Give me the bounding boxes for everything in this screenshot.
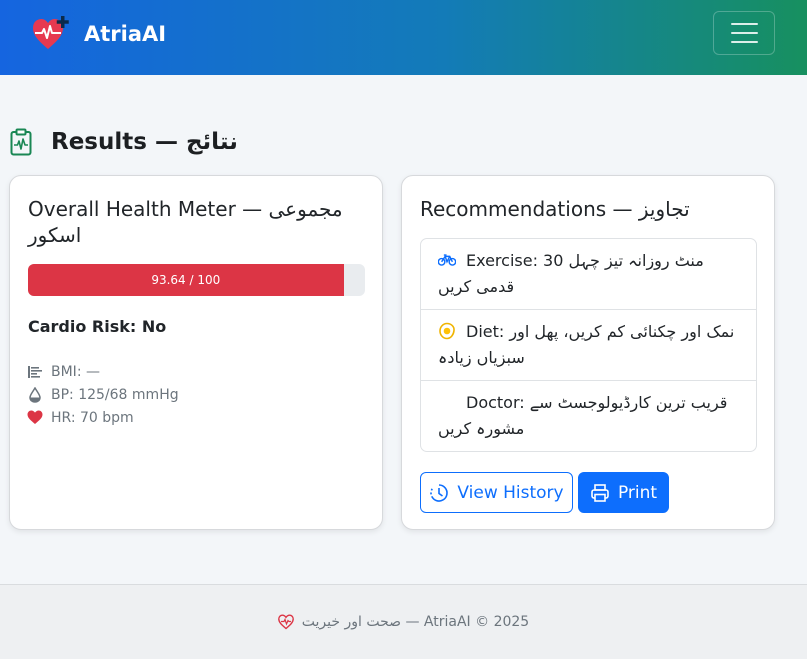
recommendation-exercise: Exercise: 30 منٹ روزانہ تیز چہل قدمی کری… [438, 251, 704, 296]
recommendations-list: Exercise: 30 منٹ روزانہ تیز چہل قدمی کری… [420, 238, 757, 452]
brand-name: AtriaAI [84, 22, 167, 46]
hr-value: HR: 70 bpm [51, 409, 134, 426]
menu-toggle-button[interactable] [713, 11, 775, 55]
footer-text: صحت اور خیریت — AtriaAI © 2025 [301, 614, 530, 630]
bp-stat: BP: 125/68 mmHg [27, 383, 179, 406]
cardio-risk: Cardio Risk: No [28, 317, 167, 336]
bicycle-icon [438, 254, 456, 266]
view-history-label: View History [457, 482, 564, 503]
bmi-stat: BMI: — [27, 360, 179, 383]
recommendations-card: Recommendations — تجاویز Exercise: 30 من… [401, 175, 775, 530]
footer: صحت اور خیریت — AtriaAI © 2025 [0, 584, 807, 659]
vitals-list: BMI: — BP: 125/68 mmHg HR: 70 bpm [27, 360, 179, 429]
bmi-icon [27, 364, 43, 380]
doctor-icon [438, 393, 456, 411]
heart-icon [27, 410, 43, 426]
recommendations-title: Recommendations — تجاویز [420, 197, 690, 221]
recommendation-doctor: Doctor: قریب ترین کارڈیولوجسٹ سے مشورہ ک… [438, 393, 728, 438]
health-meter-fill: 93.64 / 100 [28, 264, 344, 296]
recommendation-diet: Diet: نمک اور چکنائی کم کریں، پھل اور سب… [438, 322, 735, 367]
health-meter-card: Overall Health Meter — مجموعی اسکور 93.6… [9, 175, 383, 530]
printer-icon [591, 483, 609, 502]
bmi-value: BMI: — [51, 363, 100, 380]
view-history-button[interactable]: View History [420, 472, 573, 513]
list-item: Diet: نمک اور چکنائی کم کریں، پھل اور سب… [421, 309, 756, 380]
hamburger-icon [730, 23, 758, 25]
health-meter-label: 93.64 / 100 [151, 273, 221, 287]
egg-icon [439, 322, 455, 340]
print-button[interactable]: Print [578, 472, 669, 513]
list-item: Exercise: 30 منٹ روزانہ تیز چہل قدمی کری… [421, 239, 756, 309]
heart-pulse-icon [277, 614, 294, 630]
hr-stat: HR: 70 bpm [27, 406, 179, 429]
navbar: AtriaAI [0, 0, 807, 75]
bp-value: BP: 125/68 mmHg [51, 386, 179, 403]
health-card-title: Overall Health Meter — مجموعی اسکور [28, 197, 343, 247]
print-label: Print [617, 482, 658, 503]
page-title: Results — نتائج [51, 129, 238, 155]
heart-plus-logo-icon [33, 16, 69, 49]
clipboard-pulse-icon [10, 128, 32, 156]
page-heading: Results — نتائج [10, 128, 238, 156]
list-item: Doctor: قریب ترین کارڈیولوجسٹ سے مشورہ ک… [421, 380, 756, 451]
blood-drop-icon [27, 386, 43, 403]
clock-history-icon [430, 483, 449, 502]
brand[interactable]: AtriaAI [32, 16, 166, 52]
health-meter: 93.64 / 100 [28, 264, 365, 296]
